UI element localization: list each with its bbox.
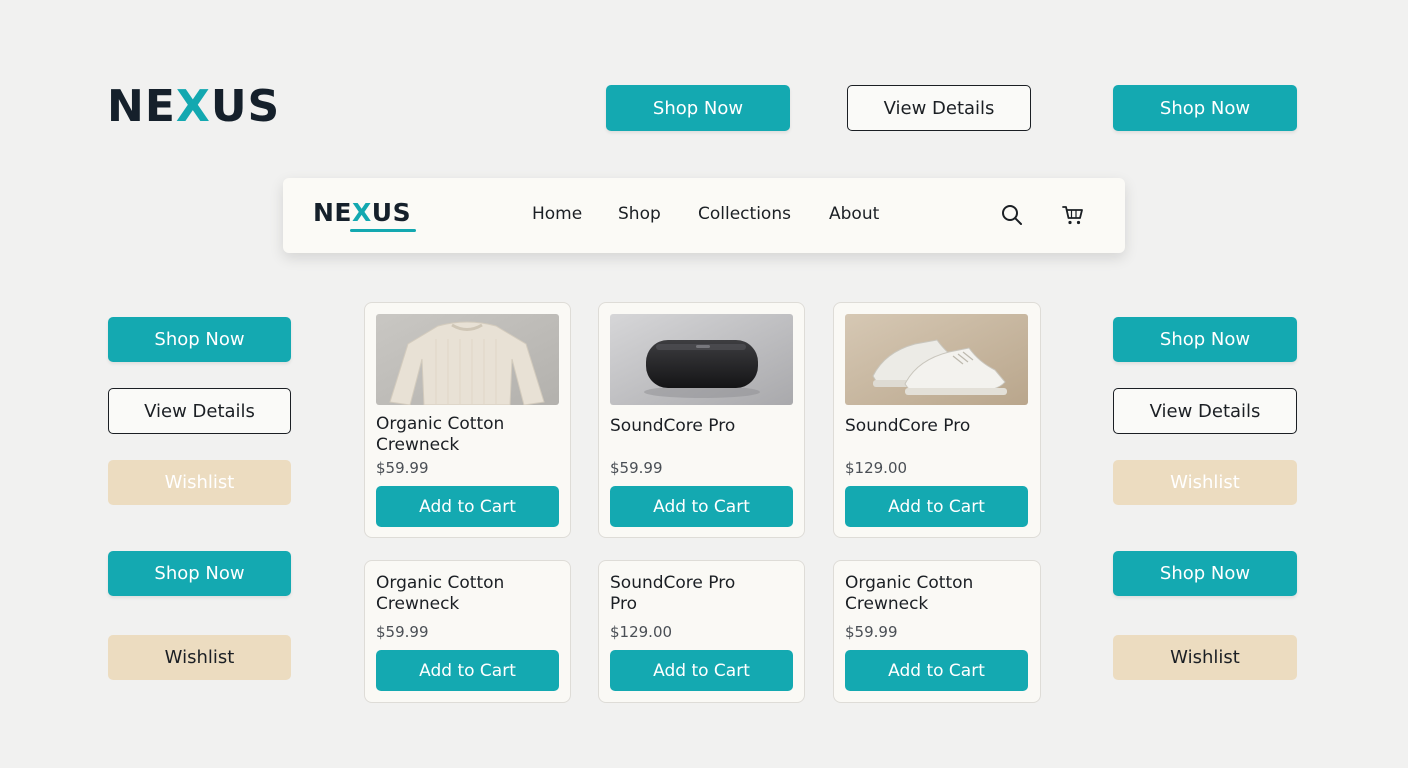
brand-logo[interactable]: NEXUS <box>107 82 280 132</box>
product-name-line: Crewneck <box>376 594 460 614</box>
product-name-line: SoundCore Pro <box>845 416 971 436</box>
view-details-button[interactable]: View Details <box>108 388 291 434</box>
logo-prefix: NE <box>107 81 176 132</box>
product-price: $129.00 <box>845 459 908 477</box>
logo-accent: X <box>175 81 211 132</box>
product-card[interactable]: SoundCore Pro $129.00 Add to Cart <box>833 302 1041 538</box>
nav-logo[interactable]: NEXUS <box>313 198 411 227</box>
logo-accent: X <box>352 198 372 227</box>
wishlist-button-disabled[interactable]: Wishlist <box>1113 460 1297 505</box>
product-price: $59.99 <box>610 459 663 477</box>
product-card[interactable]: Organic Cotton Crewneck $59.99 Add to Ca… <box>833 560 1041 703</box>
shop-now-button[interactable]: Shop Now <box>108 317 291 362</box>
speaker-image[interactable] <box>610 314 793 405</box>
product-name[interactable]: SoundCore Pro <box>845 416 1035 437</box>
product-price: $59.99 <box>376 459 429 477</box>
add-to-cart-button[interactable]: Add to Cart <box>610 650 793 691</box>
nav-item-shop[interactable]: Shop <box>618 204 661 224</box>
nav-item-about[interactable]: About <box>829 204 879 224</box>
nav-bar: NEXUS Home Shop Collections About <box>283 178 1125 253</box>
add-to-cart-button[interactable]: Add to Cart <box>376 486 559 527</box>
product-price: $59.99 <box>376 623 429 641</box>
product-name[interactable]: SoundCore Pro <box>610 416 800 437</box>
logo-prefix: NE <box>313 198 353 227</box>
shop-now-button[interactable]: Shop Now <box>1113 551 1297 596</box>
add-to-cart-button[interactable]: Add to Cart <box>845 486 1028 527</box>
view-details-button[interactable]: View Details <box>847 85 1031 131</box>
logo-underline <box>350 229 416 232</box>
product-card[interactable]: Organic Cotton Crewneck $59.99 Add to Ca… <box>364 560 571 703</box>
product-name-line: Crewneck <box>376 435 460 455</box>
product-name-line: Pro <box>610 594 637 614</box>
nav-item-home[interactable]: Home <box>532 204 582 224</box>
nav-item-collections[interactable]: Collections <box>698 204 791 224</box>
product-card[interactable]: Organic Cotton Crewneck $59.99 Add to Ca… <box>364 302 571 538</box>
product-name-line: SoundCore Pro <box>610 573 736 593</box>
product-price: $59.99 <box>845 623 898 641</box>
sneakers-image[interactable] <box>845 314 1028 405</box>
shop-now-button[interactable]: Shop Now <box>1113 85 1297 131</box>
add-to-cart-button[interactable]: Add to Cart <box>845 650 1028 691</box>
product-price: $129.00 <box>610 623 673 641</box>
logo-suffix: US <box>371 198 412 227</box>
cart-icon[interactable] <box>1061 203 1085 227</box>
product-name-line: Organic Cotton <box>376 573 505 593</box>
search-icon[interactable] <box>1000 203 1024 227</box>
product-card[interactable]: SoundCore Pro $59.99 Add to Cart <box>598 302 805 538</box>
product-name[interactable]: Organic Cotton Crewneck <box>376 414 566 456</box>
shop-now-button[interactable]: Shop Now <box>606 85 790 131</box>
logo-suffix: US <box>210 81 281 132</box>
add-to-cart-button[interactable]: Add to Cart <box>376 650 559 691</box>
sweater-image[interactable] <box>376 314 559 405</box>
product-name-line: Organic Cotton <box>376 414 505 434</box>
product-name-line: SoundCore Pro <box>610 416 736 436</box>
product-name-line: Crewneck <box>845 594 929 614</box>
add-to-cart-button[interactable]: Add to Cart <box>610 486 793 527</box>
product-name[interactable]: Organic Cotton Crewneck <box>376 573 566 615</box>
shop-now-button[interactable]: Shop Now <box>108 551 291 596</box>
product-name-line: Organic Cotton <box>845 573 974 593</box>
product-card[interactable]: SoundCore Pro Pro $129.00 Add to Cart <box>598 560 805 703</box>
product-name[interactable]: Organic Cotton Crewneck <box>845 573 1035 615</box>
wishlist-button-disabled[interactable]: Wishlist <box>108 460 291 505</box>
shop-now-button[interactable]: Shop Now <box>1113 317 1297 362</box>
wishlist-button[interactable]: Wishlist <box>1113 635 1297 680</box>
view-details-button[interactable]: View Details <box>1113 388 1297 434</box>
product-name[interactable]: SoundCore Pro Pro <box>610 573 800 615</box>
wishlist-button[interactable]: Wishlist <box>108 635 291 680</box>
